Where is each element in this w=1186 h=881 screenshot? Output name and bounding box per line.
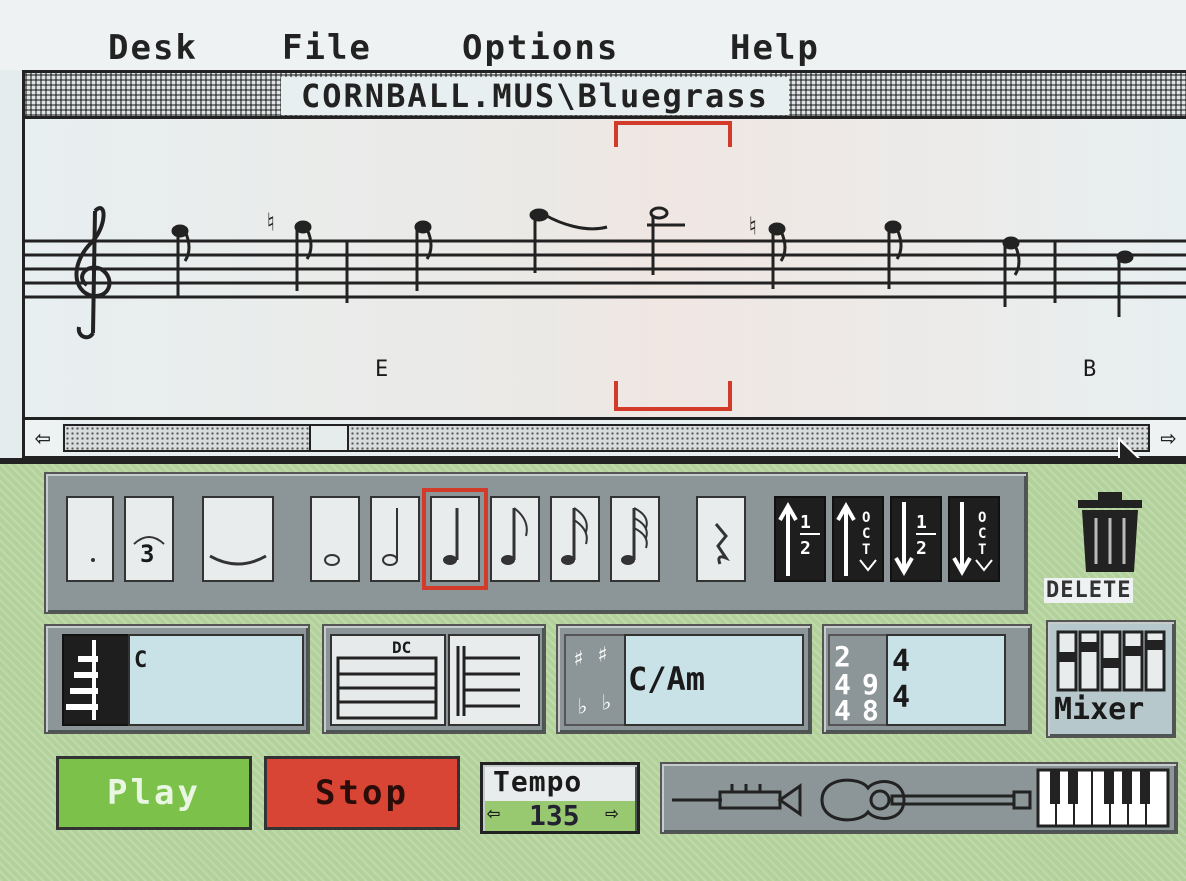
whole-note-card[interactable] — [310, 496, 360, 582]
time-signature-options[interactable]: 2 4 9 4 8 — [828, 634, 888, 727]
window-title: CORNBALL.MUS\Bluegrass — [281, 77, 789, 115]
menu-options[interactable]: Options — [462, 28, 619, 68]
mixer-label: Mixer — [1054, 692, 1145, 727]
time-signature-display[interactable]: 4 4 — [886, 634, 1006, 726]
selection-bracket[interactable] — [614, 121, 732, 411]
voice-tray: C — [44, 624, 310, 734]
time-signature-top: 4 — [892, 644, 911, 679]
trumpet-icon[interactable] — [672, 783, 802, 817]
tempo-decrease-icon[interactable]: ⇦ — [487, 801, 500, 826]
triplet-card[interactable]: 3 — [124, 496, 174, 582]
key-signature-tray: ♯ ♯ ♭ ♭ C/Am — [556, 624, 812, 734]
transpose-up-octave-button[interactable]: OCT — [832, 496, 884, 582]
tempo-control: Tempo ⇦ 135 ⇨ — [480, 762, 640, 834]
rest-card[interactable] — [696, 496, 746, 582]
time-signature-tray: 2 4 9 4 8 4 4 — [822, 624, 1032, 734]
svg-text:♮: ♮ — [745, 212, 761, 242]
transpose-down-octave-button[interactable]: OCT — [948, 496, 1000, 582]
note-palette: 3 12 OCT 12 O C T — [44, 472, 1028, 614]
stop-button[interactable]: Stop — [264, 756, 460, 830]
thirtysecond-note-card[interactable] — [610, 496, 660, 582]
svg-text:O: O — [978, 510, 986, 526]
dot-note-card[interactable] — [66, 496, 114, 582]
time-signature-bottom: 4 — [892, 680, 911, 715]
svg-text:♭: ♭ — [600, 691, 613, 716]
key-signature-icon[interactable]: ♯ ♯ ♭ ♭ — [564, 634, 628, 726]
svg-text:C: C — [862, 526, 870, 542]
svg-text:2: 2 — [916, 538, 927, 559]
delete-trash[interactable]: DELETE — [1040, 478, 1180, 606]
tempo-increase-icon[interactable]: ⇨ — [605, 801, 618, 826]
window-title-bar[interactable]: CORNBALL.MUS\Bluegrass — [25, 73, 1186, 119]
scroll-right-icon[interactable]: ⇨ — [1150, 420, 1186, 456]
play-label: Play — [107, 773, 201, 813]
score-window: CORNBALL.MUS\Bluegrass ♮ ♮ E B ⇦ ⇨ — [22, 70, 1186, 462]
menu-file[interactable]: File — [282, 28, 372, 68]
delete-label: DELETE — [1044, 578, 1134, 603]
svg-text:C: C — [978, 526, 986, 542]
treble-clef-icon — [74, 206, 112, 340]
menu-bar: Desk File Options Help — [0, 0, 1186, 70]
play-button[interactable]: Play — [56, 756, 252, 830]
svg-text:♯: ♯ — [596, 643, 609, 668]
tempo-label: Tempo — [493, 765, 583, 798]
triplet-label: 3 — [140, 540, 155, 568]
trash-can-icon — [1078, 492, 1142, 572]
sixteenth-note-card[interactable] — [550, 496, 600, 582]
chord-label: B — [1083, 357, 1097, 382]
score-area[interactable]: ♮ ♮ E B — [25, 119, 1186, 417]
instrument-strip — [660, 762, 1178, 834]
transpose-down-half-button[interactable]: 12 — [890, 496, 942, 582]
repeat-card[interactable] — [448, 634, 540, 726]
svg-text:♯: ♯ — [572, 647, 585, 672]
voice-note: C — [134, 648, 148, 673]
scroll-thumb[interactable] — [309, 424, 349, 452]
measures-card[interactable]: DC — [330, 634, 446, 726]
svg-text:2: 2 — [800, 538, 811, 559]
guitar-icon[interactable] — [820, 778, 1032, 822]
repeat-tray: DC — [322, 624, 546, 734]
mixer-button[interactable]: Mixer — [1046, 620, 1176, 738]
transpose-up-half-button[interactable]: 12 — [774, 496, 826, 582]
chord-label: E — [375, 357, 389, 382]
menu-desk[interactable]: Desk — [108, 28, 198, 68]
svg-text:T: T — [862, 542, 870, 558]
quarter-note-card[interactable] — [422, 488, 488, 590]
voice-level-icon[interactable] — [62, 634, 130, 726]
eighth-note-card[interactable] — [490, 496, 540, 582]
keyboard-icon[interactable] — [1036, 768, 1170, 828]
scroll-track[interactable] — [63, 424, 1150, 452]
time-option[interactable]: 4 — [834, 694, 851, 727]
half-note-card[interactable] — [370, 496, 420, 582]
tempo-spinner[interactable]: ⇦ 135 ⇨ — [485, 799, 635, 832]
voice-display[interactable]: C — [128, 634, 304, 726]
staff[interactable]: ♮ ♮ — [25, 119, 1186, 417]
time-option[interactable]: 8 — [862, 694, 879, 727]
svg-text:1: 1 — [916, 512, 927, 533]
mixer-sliders-icon — [1056, 630, 1166, 692]
natural-sign: ♮ — [263, 208, 279, 238]
tie-card[interactable] — [202, 496, 274, 582]
key-signature-display[interactable]: C/Am — [624, 634, 804, 726]
svg-text:O: O — [862, 510, 870, 526]
scroll-left-icon[interactable]: ⇦ — [25, 420, 61, 456]
menu-help[interactable]: Help — [730, 28, 820, 68]
svg-text:1: 1 — [800, 512, 811, 533]
svg-text:♭: ♭ — [576, 695, 589, 720]
tempo-value: 135 — [529, 799, 580, 832]
svg-text:T: T — [978, 542, 986, 558]
key-signature-value: C/Am — [628, 660, 706, 698]
control-panel: 3 12 OCT 12 O C T DELETE C DC ♯ ♯ ♭ ♭ C/… — [0, 464, 1186, 881]
stop-label: Stop — [315, 773, 409, 813]
horizontal-scrollbar[interactable]: ⇦ ⇨ — [25, 417, 1186, 459]
